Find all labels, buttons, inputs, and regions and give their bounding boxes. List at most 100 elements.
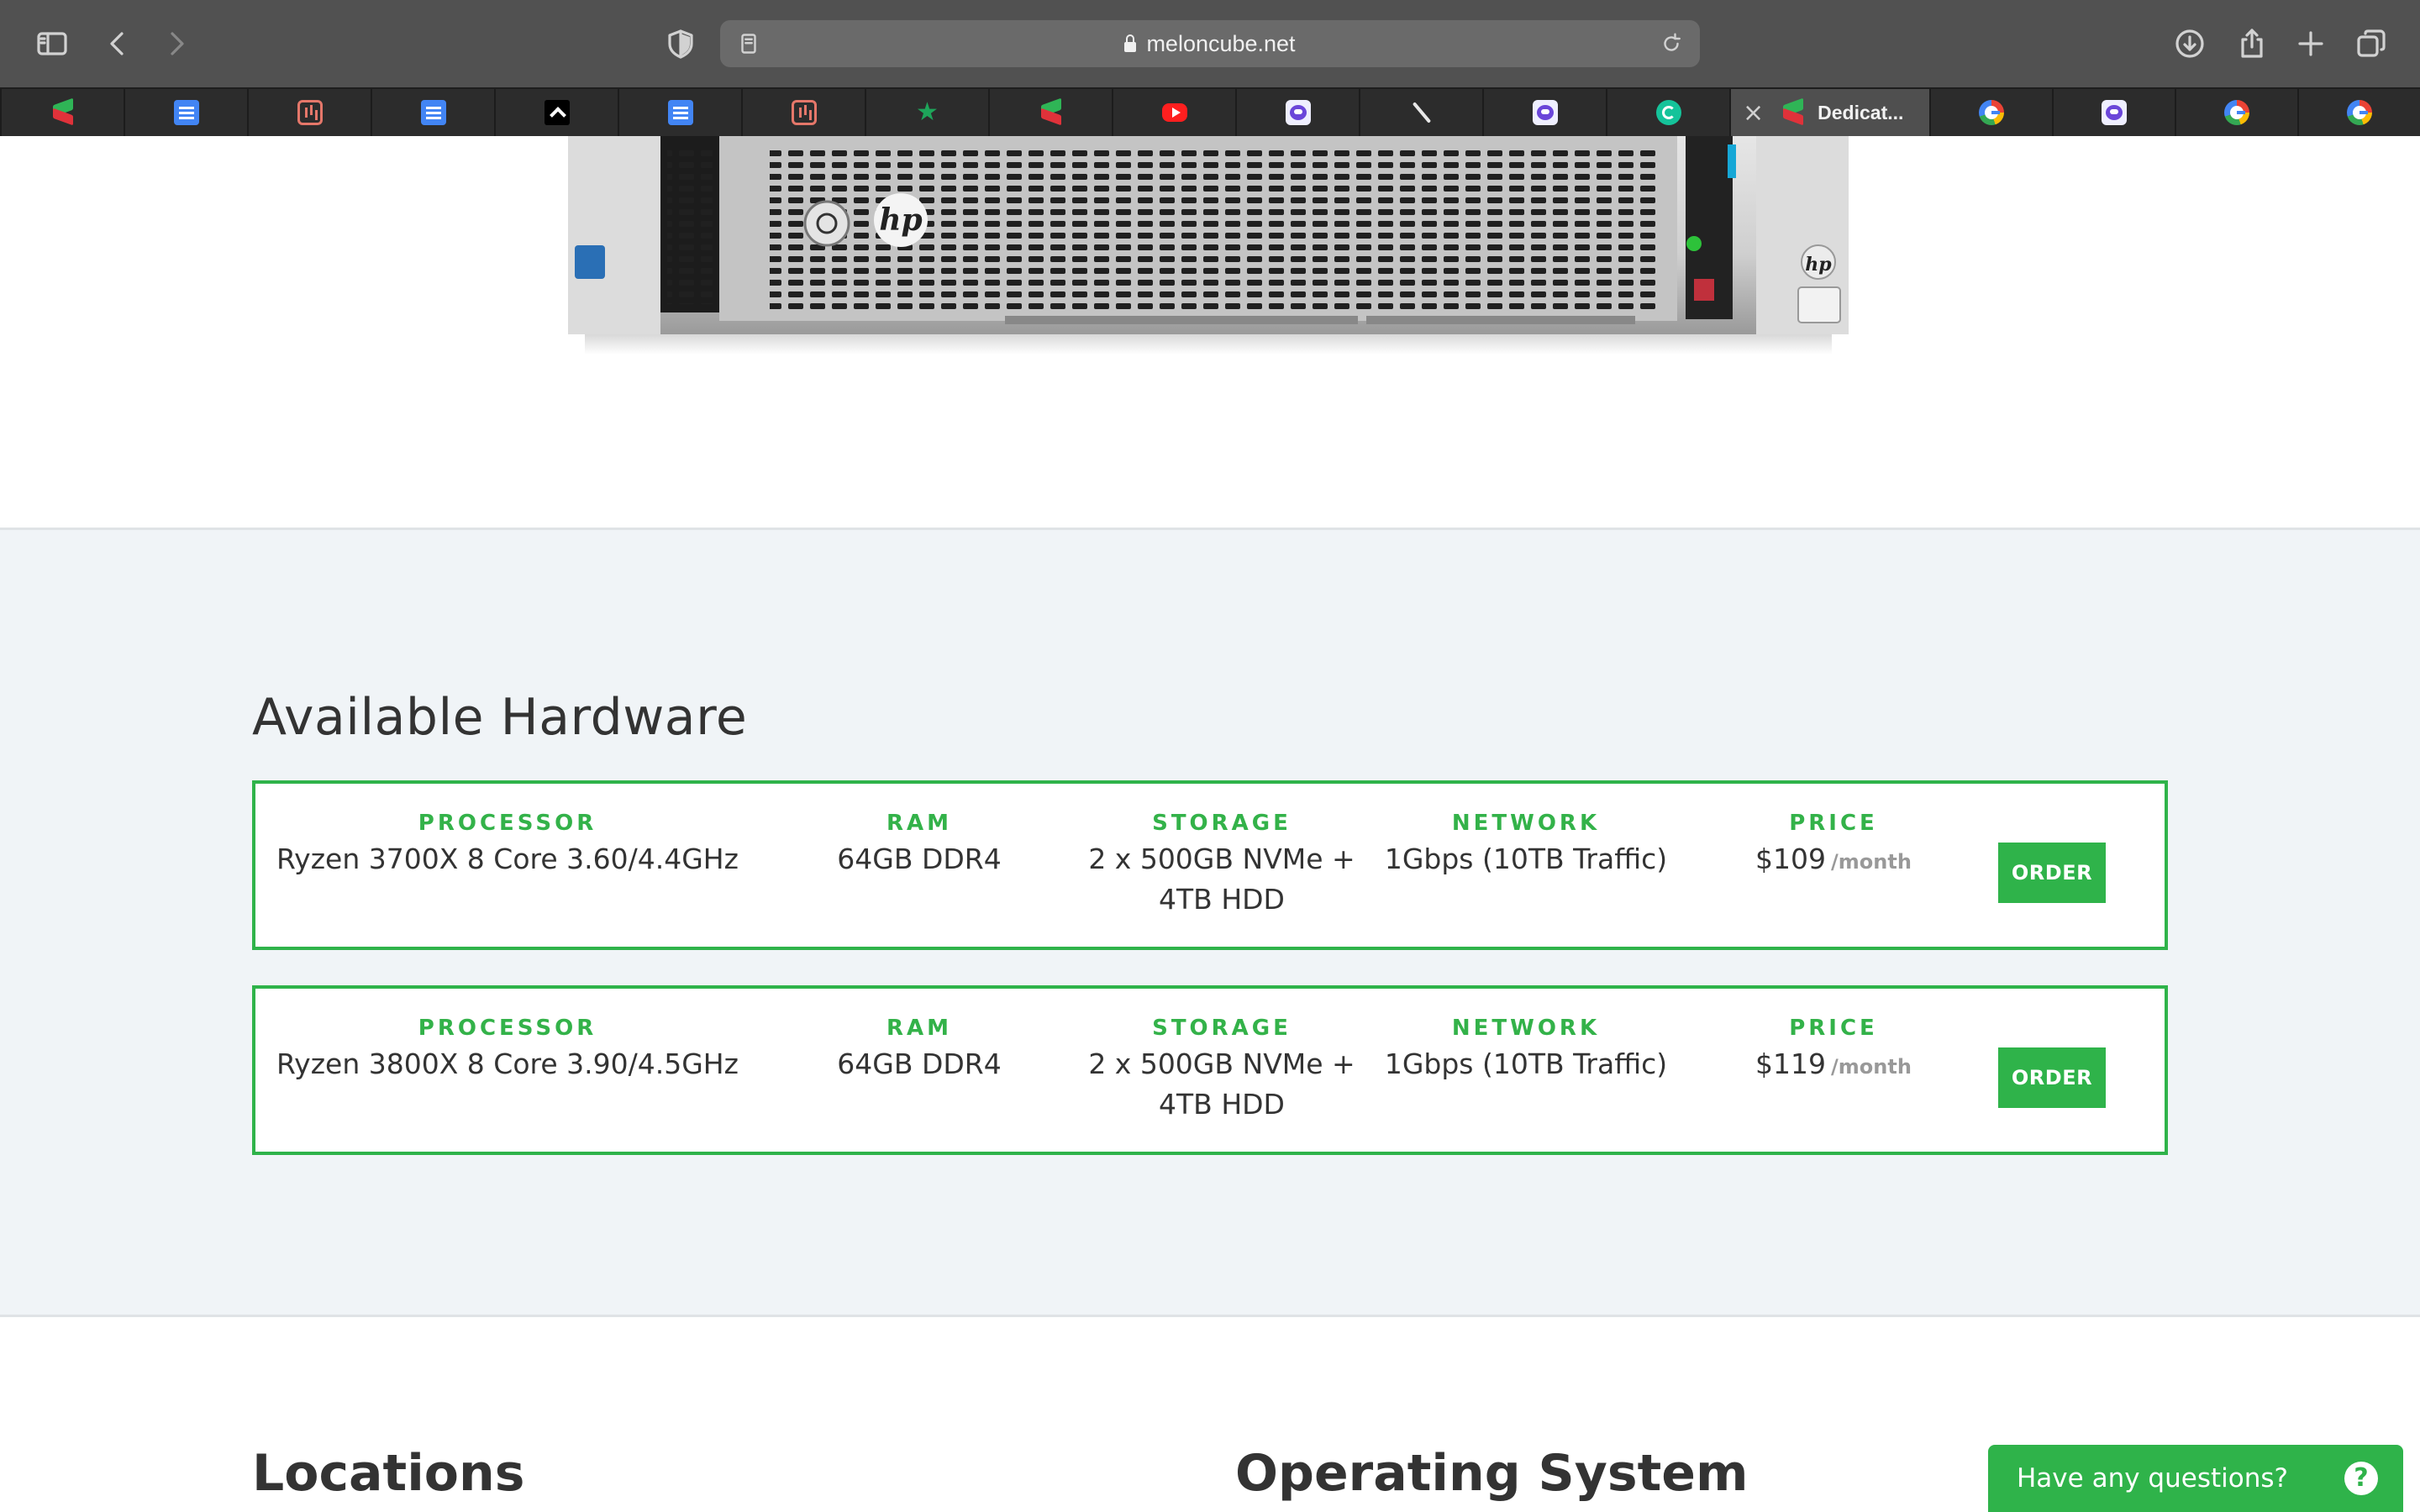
chat-label: Have any questions? <box>2017 1463 2288 1494</box>
google-icon <box>1979 100 2004 125</box>
tab[interactable] <box>988 89 1112 136</box>
tab[interactable] <box>371 89 494 136</box>
tab-active[interactable]: × Dedicat... <box>1729 89 1929 136</box>
google-icon <box>2347 100 2372 125</box>
meloncube-favicon-icon <box>50 100 76 125</box>
price-value: $119/month <box>1707 1044 1960 1087</box>
storage-column: STORAGE 2 x 500GB NVMe + 4TB HDD <box>1054 811 1390 920</box>
network-label: NETWORK <box>1451 811 1601 836</box>
network-value: 1Gbps (10TB Traffic) <box>1384 1047 1668 1080</box>
ram-label: RAM <box>886 811 952 836</box>
meloncube-favicon-icon <box>1039 100 1064 125</box>
tab[interactable] <box>1482 89 1606 136</box>
star-icon: ★ <box>916 97 939 127</box>
network-label: NETWORK <box>1451 1016 1601 1041</box>
processor-value: Ryzen 3800X 8 Core 3.90/4.5GHz <box>276 1047 739 1080</box>
processor-label: PROCESSOR <box>418 811 597 836</box>
storage-value-line: 2 x 500GB NVMe + <box>1088 843 1355 875</box>
youtube-icon <box>1161 103 1187 122</box>
tab[interactable] <box>1359 89 1482 136</box>
price-unit: /month <box>1831 1055 1912 1079</box>
storage-value: 2 x 500GB NVMe + 4TB HDD <box>1054 839 1390 920</box>
processor-label: PROCESSOR <box>418 1016 597 1041</box>
chat-widget[interactable]: Have any questions? ? <box>1988 1445 2403 1512</box>
storage-column: STORAGE 2 x 500GB NVMe + 4TB HDD <box>1054 1016 1390 1125</box>
lock-icon <box>1124 34 1137 52</box>
available-hardware-section: Available Hardware PROCESSOR Ryzen 3700X… <box>0 528 2420 1317</box>
grammarly-icon <box>1655 100 1681 125</box>
hardware-card: PROCESSOR Ryzen 3700X 8 Core 3.60/4.4GHz… <box>252 780 2168 950</box>
processor-value: Ryzen 3700X 8 Core 3.60/4.4GHz <box>276 843 739 875</box>
tab[interactable] <box>0 89 124 136</box>
help-icon: ? <box>2344 1462 2378 1495</box>
robot-icon <box>1532 100 1558 125</box>
meloncube-favicon-icon <box>1781 100 1806 125</box>
tab[interactable] <box>2052 89 2175 136</box>
price-label: PRICE <box>1789 1016 1878 1041</box>
browser-toolbar: meloncube.net <box>0 0 2420 87</box>
hero-section: hp hp <box>0 136 2420 528</box>
price-label: PRICE <box>1789 811 1878 836</box>
robot-icon <box>2102 100 2127 125</box>
tab[interactable] <box>247 89 371 136</box>
chevron-up-favicon-icon <box>544 100 570 125</box>
price-amount: $119 <box>1755 1047 1827 1080</box>
address-bar[interactable]: meloncube.net <box>720 20 1700 67</box>
tab-overview-icon[interactable] <box>2348 20 2395 67</box>
analytics-icon <box>791 100 817 125</box>
price-column: PRICE $109/month <box>1707 811 1960 882</box>
tab[interactable] <box>2297 89 2420 136</box>
ram-column: RAM 64GB DDR4 <box>793 811 1045 879</box>
operating-system-title: Operating System <box>1235 1444 1749 1503</box>
tab-title: Dedicat... <box>1818 101 1904 123</box>
storage-value-line: 4TB HDD <box>1159 1088 1285 1121</box>
storage-label: STORAGE <box>1152 811 1292 836</box>
downloads-icon[interactable] <box>2166 20 2213 67</box>
section-title: Available Hardware <box>252 688 748 747</box>
privacy-shield-icon[interactable] <box>657 20 704 67</box>
reload-icon[interactable] <box>1648 20 1695 67</box>
order-button[interactable]: ORDER <box>1998 1047 2106 1108</box>
storage-value: 2 x 500GB NVMe + 4TB HDD <box>1054 1044 1390 1125</box>
tab[interactable] <box>1606 89 1729 136</box>
price-amount: $109 <box>1755 843 1827 875</box>
google-docs-icon <box>173 100 199 125</box>
hardware-card: PROCESSOR Ryzen 3800X 8 Core 3.90/4.5GHz… <box>252 985 2168 1155</box>
ram-value: 64GB DDR4 <box>837 843 1002 875</box>
svg-text:hp: hp <box>879 202 922 238</box>
order-button[interactable]: ORDER <box>1998 843 2106 903</box>
ram-label: RAM <box>886 1016 952 1041</box>
tab[interactable] <box>618 89 741 136</box>
price-value: $109/month <box>1707 839 1960 882</box>
sidebar-toggle-icon[interactable] <box>29 20 76 67</box>
price-unit: /month <box>1831 850 1912 874</box>
url-text: meloncube.net <box>720 20 1700 67</box>
tab[interactable] <box>494 89 618 136</box>
tab-bar: ★ × Dedicat... <box>0 87 2420 136</box>
google-icon <box>2224 100 2249 125</box>
price-column: PRICE $119/month <box>1707 1016 1960 1087</box>
google-docs-icon <box>667 100 693 125</box>
ram-value: 64GB DDR4 <box>837 1047 1002 1080</box>
tab[interactable]: ★ <box>865 89 988 136</box>
locations-title: Locations <box>252 1444 525 1503</box>
tab[interactable] <box>1235 89 1359 136</box>
share-icon[interactable] <box>2228 20 2275 67</box>
tab[interactable] <box>2175 89 2297 136</box>
svg-text:hp: hp <box>1805 254 1832 276</box>
ram-column: RAM 64GB DDR4 <box>793 1016 1045 1084</box>
tab[interactable] <box>741 89 865 136</box>
analytics-icon <box>297 100 323 125</box>
server-image: hp hp <box>568 136 1849 354</box>
forward-button[interactable] <box>153 20 200 67</box>
back-button[interactable] <box>94 20 141 67</box>
close-tab-icon[interactable]: × <box>1743 98 1764 128</box>
tab[interactable] <box>1112 89 1235 136</box>
network-value: 1Gbps (10TB Traffic) <box>1384 843 1668 875</box>
storage-value-line: 4TB HDD <box>1159 883 1285 916</box>
robot-icon <box>1285 100 1311 125</box>
new-tab-icon[interactable] <box>2287 20 2334 67</box>
tab[interactable] <box>124 89 247 136</box>
network-column: NETWORK 1Gbps (10TB Traffic) <box>1358 1016 1694 1084</box>
tab[interactable] <box>1929 89 2052 136</box>
